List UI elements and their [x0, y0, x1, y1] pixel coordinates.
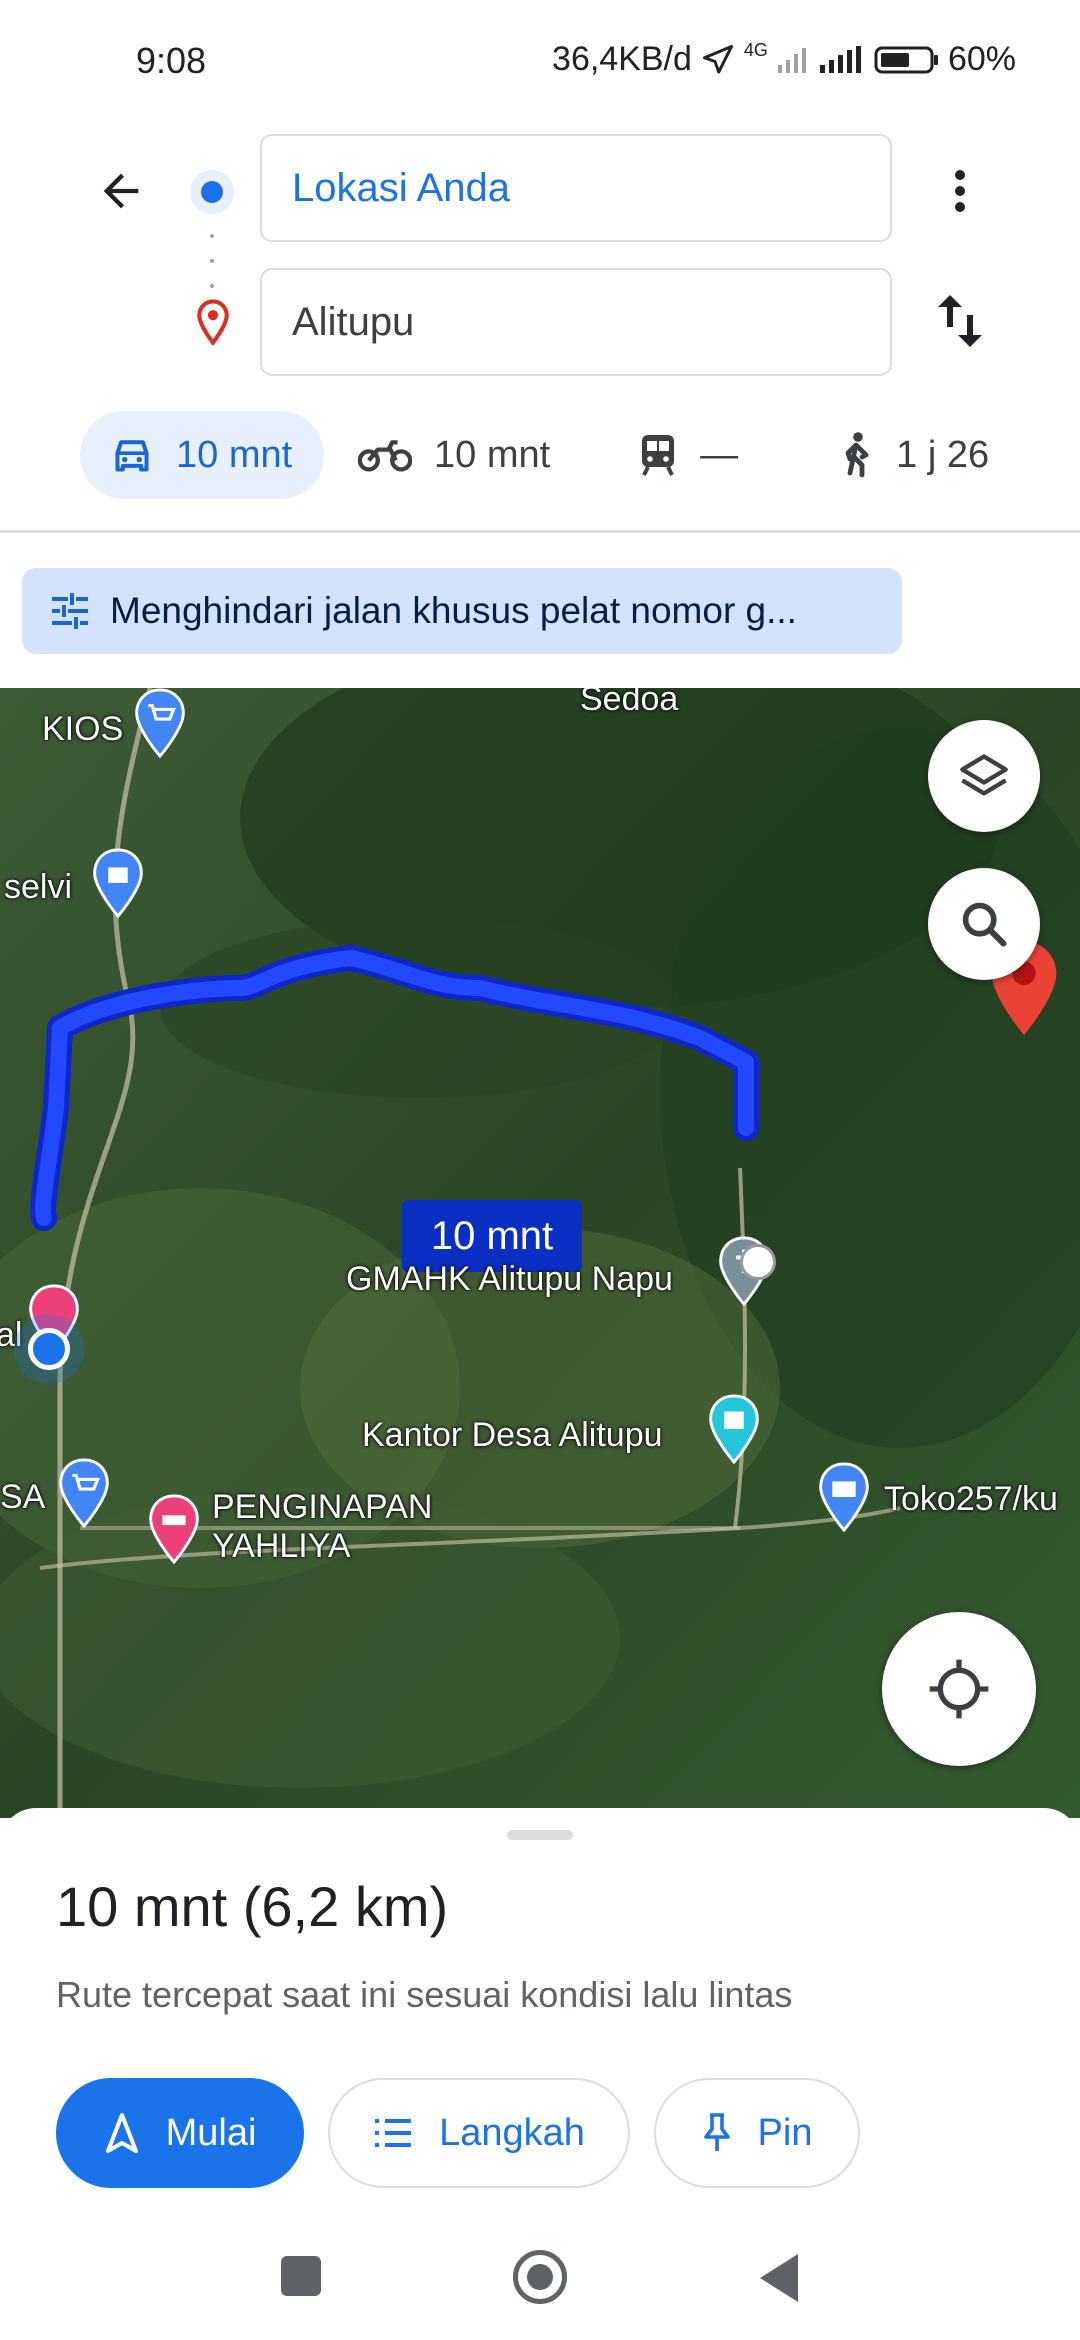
origin-field[interactable]: Lokasi Anda: [260, 134, 892, 242]
government-pin-icon[interactable]: [706, 1394, 762, 1464]
shopping-cart-pin-icon[interactable]: [132, 688, 188, 758]
more-vert-icon: [955, 170, 965, 212]
swap-vert-icon: [938, 295, 982, 347]
directions-header: Lokasi Anda Alitupu 10 mnt 10 mnt — 1 j …: [0, 126, 1080, 533]
status-bar: 9:08 36,4KB/d 4G 60%: [0, 0, 1080, 126]
location-arrow-icon: [702, 44, 733, 73]
destination-pin-icon: [197, 299, 229, 346]
route-summary-subtitle: Rute tercepat saat ini sesuai kondisi la…: [56, 1974, 793, 2015]
back-button[interactable]: [86, 156, 156, 226]
map-view[interactable]: Sedoa KIOS selvi 10 mnt GMAHK Alitupu Na…: [0, 688, 1080, 1818]
route-connector-dots: [210, 234, 214, 288]
map-search-button[interactable]: [928, 868, 1040, 980]
destination-field[interactable]: Alitupu: [260, 268, 892, 376]
current-location-dot: [28, 1328, 70, 1370]
map-label-gmahk: GMAHK Alitupu Napu: [346, 1260, 673, 1298]
hotel-pin-icon-2[interactable]: [146, 1494, 202, 1564]
steps-button-label: Langkah: [439, 2111, 585, 2154]
layers-button[interactable]: [928, 720, 1040, 832]
mode-walking[interactable]: 1 j 26: [812, 411, 1015, 499]
route-options-chip[interactable]: Menghindari jalan khusus pelat nomor g..…: [22, 568, 902, 654]
swap-button[interactable]: [930, 286, 990, 356]
map-label-sedoa: Sedoa: [580, 688, 679, 718]
navigation-arrow-icon: [105, 2113, 138, 2153]
car-icon: [115, 440, 149, 472]
back-nav-button[interactable]: [760, 2254, 798, 2302]
route-summary: 10 mnt (6,2 km): [56, 1875, 449, 1938]
status-time: 9:08: [136, 40, 207, 81]
steps-button[interactable]: Langkah: [328, 2078, 630, 2188]
mode-transit[interactable]: —: [612, 411, 764, 499]
map-label-penginapan: PENGINAPAN YAHLIYA: [212, 1488, 433, 1566]
network-speed: 36,4KB/d: [552, 40, 692, 78]
transit-icon: [642, 435, 675, 476]
walk-icon: [845, 432, 869, 478]
arrow-back-icon: [103, 173, 139, 209]
status-icons: 36,4KB/d 4G 60%: [552, 40, 1016, 79]
mode-walking-time: 1 j 26: [896, 433, 990, 476]
shopping-cart-pin-icon-2[interactable]: [56, 1458, 112, 1528]
more-options-button[interactable]: [940, 156, 980, 226]
tune-icon: [52, 593, 88, 629]
mode-transit-time: —: [700, 433, 739, 476]
start-button[interactable]: Mulai: [56, 2078, 304, 2188]
pin-button[interactable]: Pin: [654, 2078, 860, 2188]
route-summary-sheet: 10 mnt (6,2 km) Rute tercepat saat ini s…: [0, 1808, 1080, 2220]
header-divider: [0, 530, 1080, 533]
travel-modes: 10 mnt 10 mnt — 1 j 26: [80, 410, 1015, 500]
al-label: al: [0, 1316, 23, 1354]
store-pin-icon[interactable]: [816, 1462, 872, 1532]
crosshair-icon: [929, 1659, 989, 1719]
map-label-toko: Toko257/ku: [884, 1480, 1058, 1518]
map-label-kios: KIOS: [42, 710, 124, 748]
signal-1-icon: [777, 47, 806, 73]
battery-icon: [874, 46, 938, 73]
start-button-label: Mulai: [165, 2111, 257, 2154]
mode-driving[interactable]: 10 mnt: [80, 411, 324, 499]
mode-motorcycle[interactable]: 10 mnt: [332, 411, 576, 499]
route-end-dot: [740, 1244, 776, 1280]
pushpin-icon: [703, 2113, 730, 2151]
pin-button-label: Pin: [757, 2111, 813, 2154]
mode-driving-time: 10 mnt: [176, 433, 293, 476]
map-label-selvi: selvi: [4, 868, 73, 906]
motorcycle-icon: [358, 440, 412, 472]
map-label-kantor: Kantor Desa Alitupu: [362, 1416, 663, 1454]
mode-motorcycle-time: 10 mnt: [434, 433, 551, 476]
route-actions: Mulai Langkah Pin: [56, 2078, 860, 2188]
layers-icon: [960, 754, 1008, 796]
home-button[interactable]: [513, 2250, 567, 2304]
recent-apps-button[interactable]: [281, 2256, 321, 2296]
signal-2-icon: [819, 45, 861, 73]
route-options-label: Menghindari jalan khusus pelat nomor g..…: [110, 590, 797, 631]
battery-percent: 60%: [947, 40, 1016, 78]
my-location-button[interactable]: [882, 1612, 1036, 1766]
map-label-sa: SA: [0, 1478, 46, 1516]
search-icon: [962, 902, 1007, 947]
origin-dot-icon: [190, 170, 234, 214]
shopping-bag-pin-icon[interactable]: [90, 848, 146, 918]
sheet-drag-handle[interactable]: [507, 1830, 573, 1840]
list-icon: [375, 2119, 412, 2147]
system-nav-bar: [0, 2220, 1080, 2340]
network-type: 4G: [743, 40, 768, 60]
